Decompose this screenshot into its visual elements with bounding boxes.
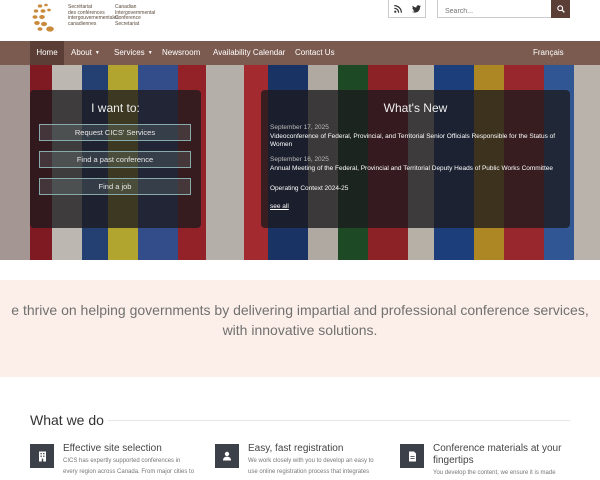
feature-desc: You develop the content, we ensure it is… xyxy=(433,470,556,476)
mission-line: with innovative solutions. xyxy=(222,322,378,338)
news-date: September 16, 2025 xyxy=(270,156,329,163)
search-input[interactable] xyxy=(438,3,550,20)
want-title: I want to: xyxy=(91,101,140,115)
section-title: What we do xyxy=(30,412,104,428)
building-icon xyxy=(30,444,54,468)
section-divider xyxy=(108,420,570,421)
site-header: Secrétariat des conférences intergouvern… xyxy=(0,0,600,41)
main-nav: Home About ▼ Services ▼ Newsroom Availabil… xyxy=(0,41,600,65)
nav-availability-calendar[interactable]: Availability Calendar xyxy=(213,41,285,65)
news-link[interactable]: Annual Meeting of the Federal, Provincia… xyxy=(270,165,560,173)
feature-desc: We work closely with you to develop an e… xyxy=(248,458,374,475)
nav-home[interactable]: Home xyxy=(30,41,64,65)
nav-about[interactable]: About ▼ xyxy=(71,41,100,65)
find-past-conference-button[interactable]: Find a past conference xyxy=(39,151,191,168)
twitter-icon[interactable] xyxy=(407,0,425,17)
find-job-button[interactable]: Find a job xyxy=(39,178,191,195)
site-logo[interactable]: Secrétariat des conférences intergouvern… xyxy=(32,2,172,34)
feature-title: Conference materials at your fingertips xyxy=(433,443,562,466)
logo-mark-icon xyxy=(32,3,54,32)
search-box xyxy=(437,0,570,20)
rss-icon[interactable] xyxy=(389,0,407,17)
news-link[interactable]: Operating Context 2024-25 xyxy=(270,185,560,193)
feature-title: Easy, fast registration xyxy=(248,443,344,454)
mission-line: e thrive on helping governments by deliv… xyxy=(11,302,589,318)
want-panel: I want to: Request CICS' Services Find a… xyxy=(30,90,201,228)
search-icon xyxy=(556,5,565,13)
chevron-down-icon: ▼ xyxy=(94,50,100,56)
logo-text-en: Canadian Intergovernmental Conference Se… xyxy=(115,4,156,27)
request-services-button[interactable]: Request CICS' Services xyxy=(39,124,191,141)
news-date: September 17, 2025 xyxy=(270,124,329,131)
social-links xyxy=(388,0,426,18)
hero-banner: I want to: Request CICS' Services Find a… xyxy=(0,65,600,260)
nav-services[interactable]: Services ▼ xyxy=(114,41,153,65)
search-button[interactable] xyxy=(551,0,570,18)
feature-desc: CICS has expertly supported conferences … xyxy=(63,458,195,475)
feature-title: Effective site selection xyxy=(63,443,162,454)
document-icon xyxy=(400,444,424,468)
language-toggle[interactable]: Français xyxy=(533,41,564,65)
see-all-link[interactable]: see all xyxy=(270,203,289,210)
user-icon xyxy=(215,444,239,468)
nav-contact-us[interactable]: Contact Us xyxy=(295,41,335,65)
news-link[interactable]: Videoconference of Federal, Provincial, … xyxy=(270,133,560,149)
whats-new-panel: What's New September 17, 2025 Videoconfe… xyxy=(261,90,570,228)
nav-newsroom[interactable]: Newsroom xyxy=(162,41,200,65)
chevron-down-icon: ▼ xyxy=(147,50,153,56)
whats-new-title: What's New xyxy=(383,101,448,115)
mission-statement: e thrive on helping governments by deliv… xyxy=(0,280,600,377)
